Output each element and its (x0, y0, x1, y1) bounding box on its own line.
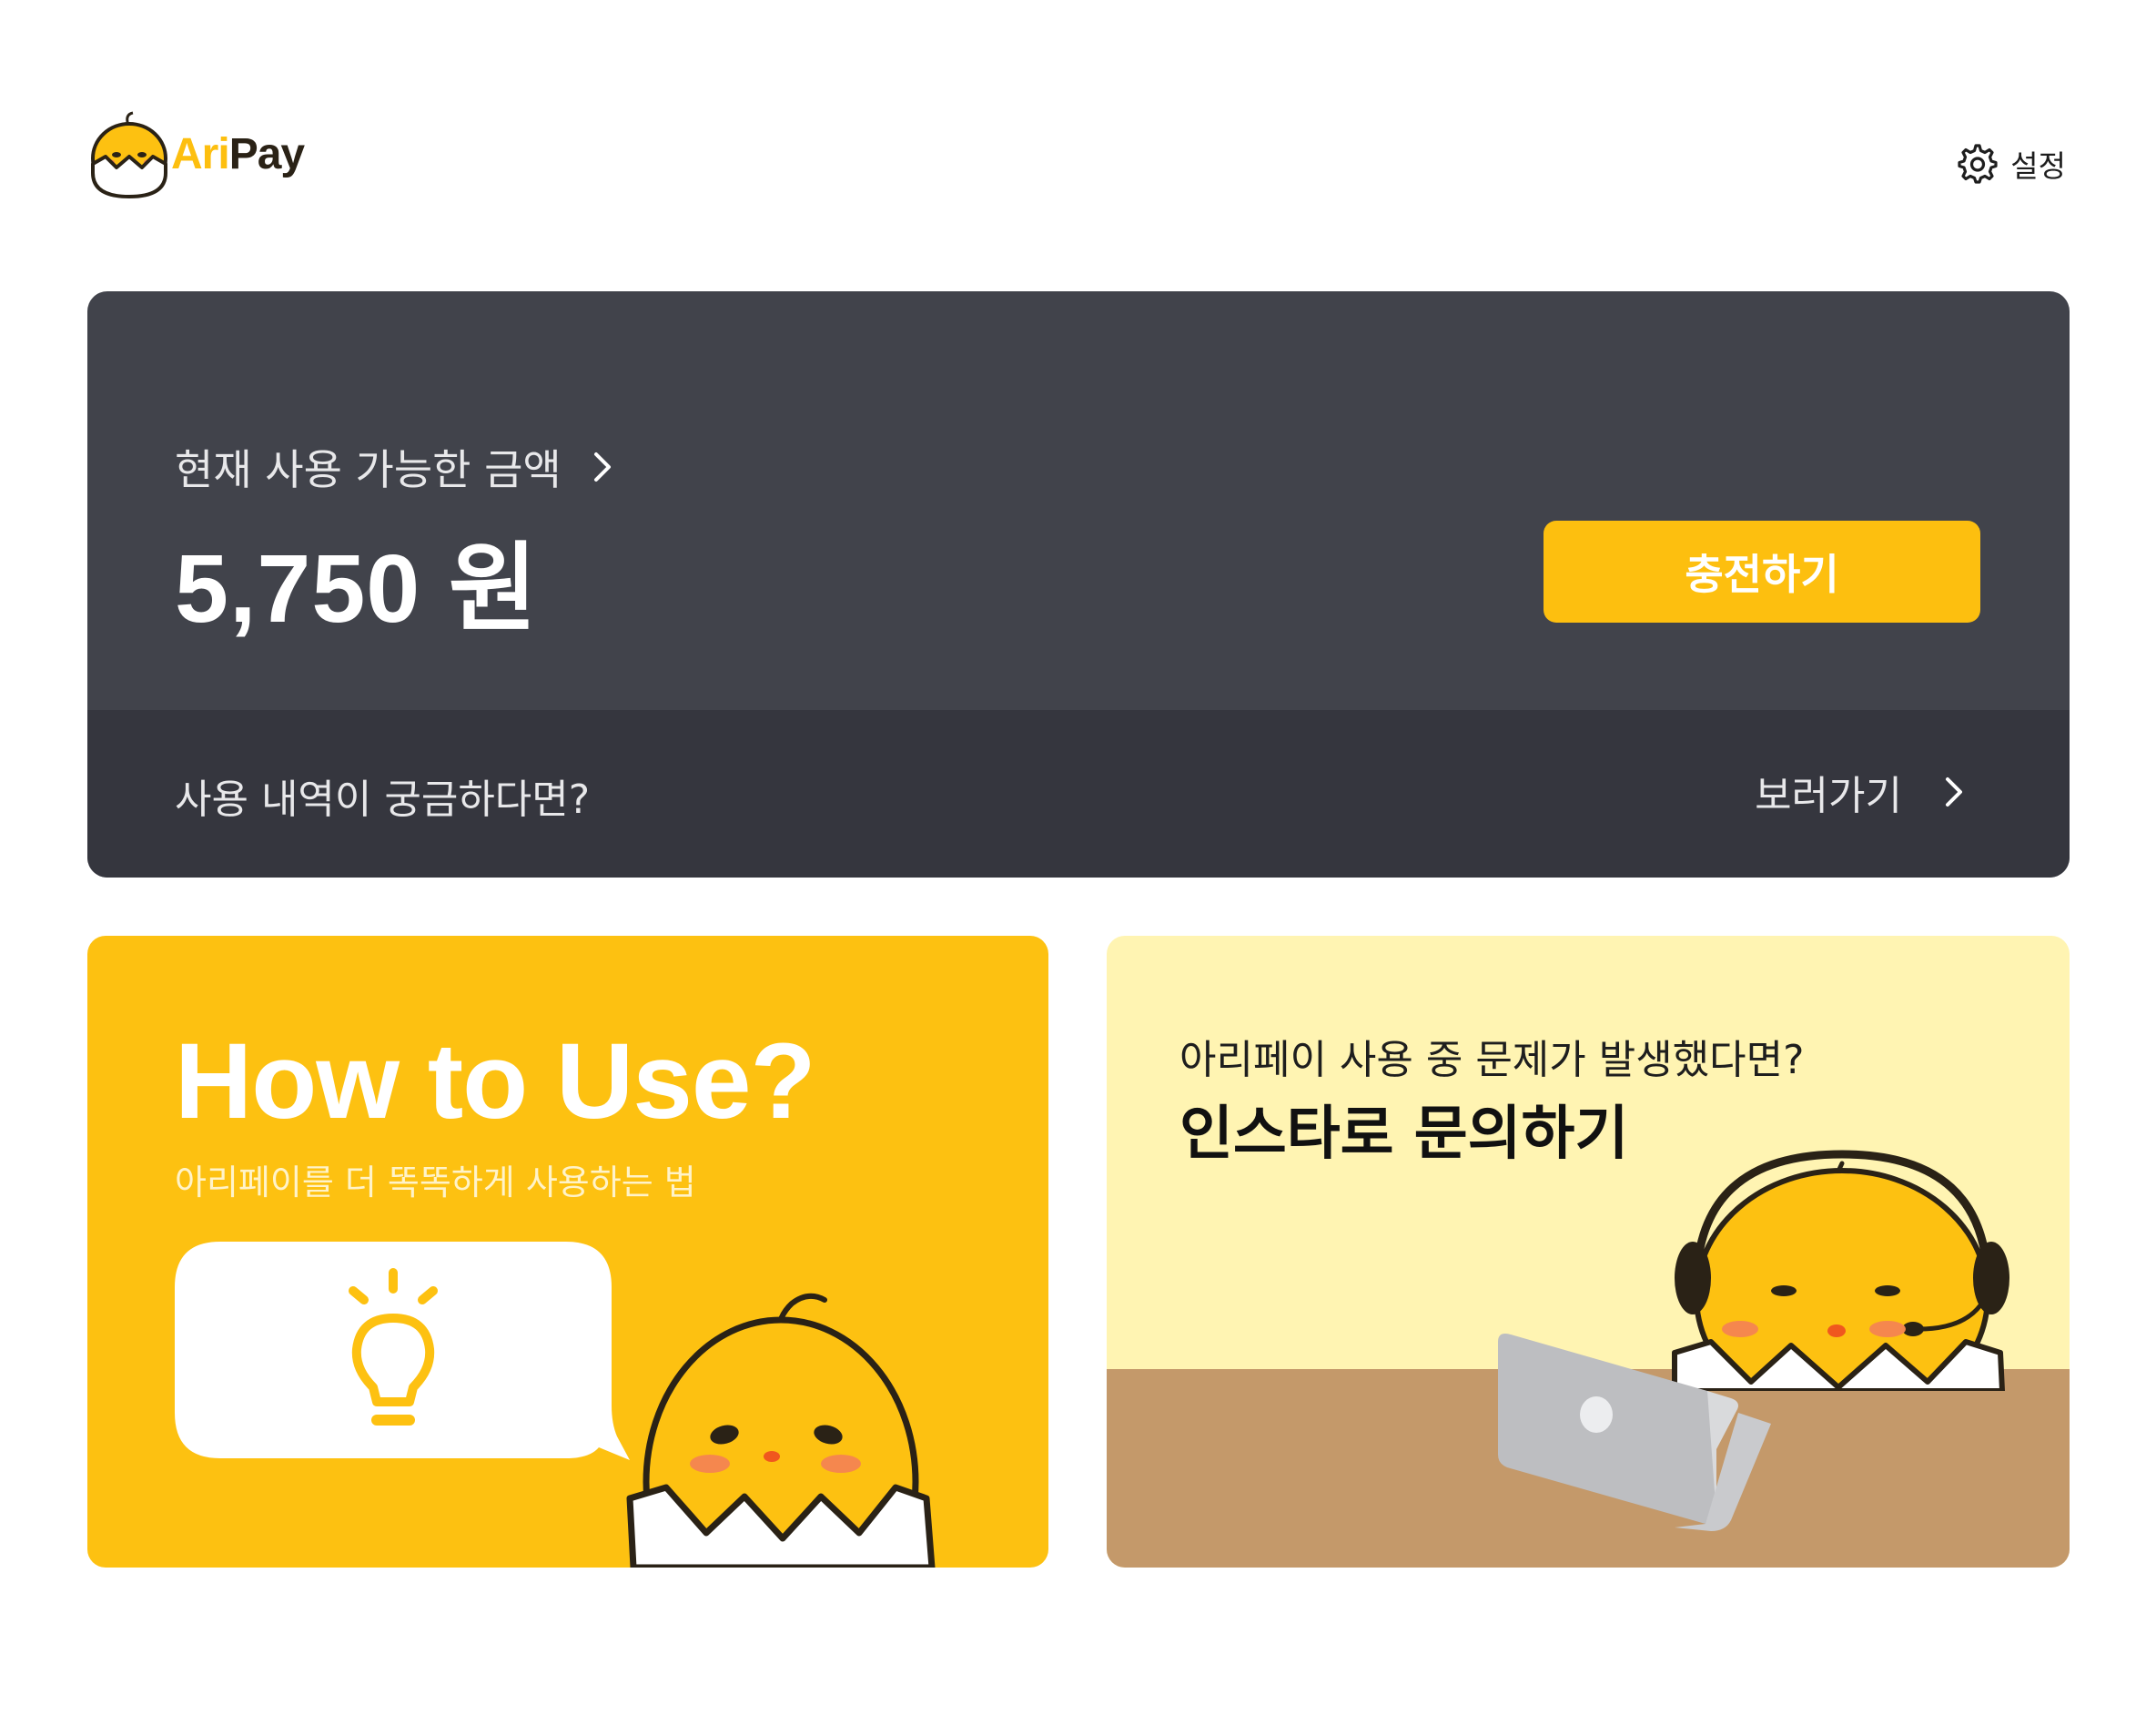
app-header: AriPay 설정 (87, 102, 2066, 211)
balance-detail-link[interactable]: 현재 사용 가능한 금액 (175, 437, 618, 497)
inquiry-card[interactable]: 아리페이 사용 중 문제가 발생했다면? 인스타로 문의하기 (1107, 936, 2070, 1568)
speech-bubble-illustration (175, 1242, 630, 1460)
settings-button[interactable]: 설정 (1954, 142, 2066, 186)
gear-icon (1958, 144, 1998, 184)
history-view-link[interactable]: 보러가기 (1755, 763, 1969, 821)
settings-label: 설정 (2010, 148, 2066, 184)
how-to-use-card[interactable]: How to Use? 아리페이를 더 똑똑하게 사용하는 법 (87, 936, 1048, 1568)
balance-summary: 현재 사용 가능한 금액 5,750 원 충전하기 (87, 291, 2070, 710)
history-question: 사용 내역이 궁금하다면? (175, 776, 591, 823)
history-link-label: 보러가기 (1755, 773, 1902, 819)
how-to-use-title: How to Use? (175, 1021, 816, 1142)
history-bar: 사용 내역이 궁금하다면? 보러가기 (87, 710, 2070, 878)
chick-mascot-illustration (626, 1293, 936, 1568)
inquiry-title: 인스타로 문의하기 (1179, 1101, 1629, 1168)
laptop-illustration (1498, 1334, 1771, 1531)
brand-name: AriPay (171, 129, 305, 179)
how-to-use-subtitle: 아리페이를 더 똑똑하게 사용하는 법 (175, 1162, 696, 1203)
charge-button[interactable]: 충전하기 (1544, 521, 1980, 623)
balance-label: 현재 사용 가능한 금액 (175, 445, 562, 494)
inquiry-subtitle: 아리페이 사용 중 문제가 발생했다면? (1179, 1037, 1805, 1083)
brand-name-ari: Ari (171, 130, 230, 178)
balance-card: 현재 사용 가능한 금액 5,750 원 충전하기 사용 내역이 궁금하다면? … (87, 291, 2070, 878)
chevron-right-icon (593, 452, 611, 482)
balance-amount: 5,750 원 (175, 535, 539, 643)
chevron-right-icon (1946, 777, 1962, 807)
aripay-logo[interactable]: AriPay (87, 102, 324, 204)
brand-name-pay: Pay (228, 130, 305, 178)
chick-logo-icon (91, 111, 167, 198)
